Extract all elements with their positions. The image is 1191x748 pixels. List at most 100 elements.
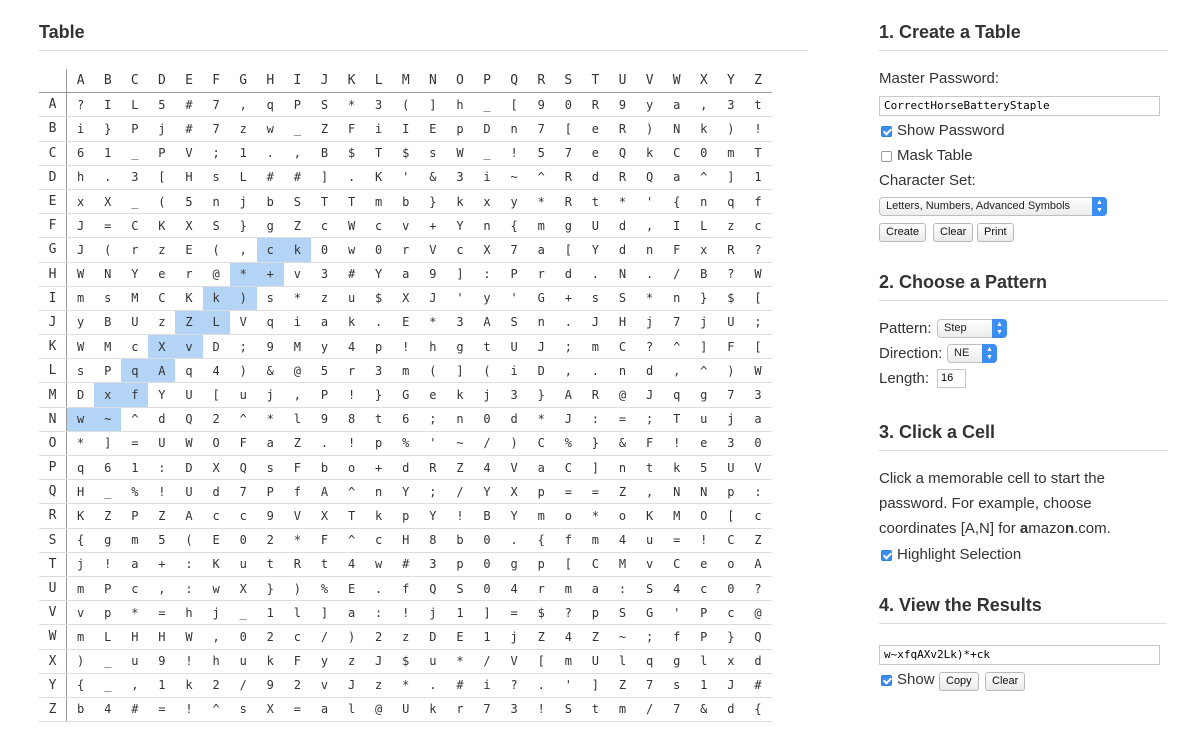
table-cell[interactable]: Y: [392, 479, 420, 505]
table-cell[interactable]: =: [608, 407, 637, 432]
table-cell[interactable]: _: [229, 600, 257, 626]
table-cell[interactable]: L: [229, 165, 257, 190]
table-cell[interactable]: ,: [121, 673, 149, 698]
table-cell[interactable]: *: [121, 600, 149, 626]
table-cell[interactable]: g: [554, 213, 582, 239]
table-cell[interactable]: H: [608, 310, 637, 336]
table-cell[interactable]: M: [663, 503, 691, 529]
table-cell[interactable]: R: [419, 455, 447, 481]
table-cell[interactable]: j: [202, 600, 230, 626]
table-cell[interactable]: h: [446, 92, 474, 118]
table-cell[interactable]: Z: [527, 624, 555, 650]
table-cell[interactable]: [: [554, 116, 582, 142]
table-cell[interactable]: t: [473, 334, 501, 360]
table-cell[interactable]: ;: [744, 310, 772, 336]
table-cell[interactable]: X: [473, 237, 501, 263]
table-cell[interactable]: u: [121, 649, 149, 674]
table-cell[interactable]: !: [527, 697, 555, 723]
table-cell[interactable]: Z: [608, 673, 637, 698]
table-cell[interactable]: ': [500, 286, 528, 311]
table-cell[interactable]: d: [581, 165, 609, 190]
table-cell[interactable]: O: [690, 503, 718, 529]
table-cell[interactable]: m: [66, 286, 95, 311]
table-cell[interactable]: d: [608, 213, 637, 239]
table-cell[interactable]: #: [446, 673, 474, 698]
table-cell[interactable]: I: [663, 213, 691, 239]
clear-table-button[interactable]: Clear: [933, 223, 974, 242]
table-cell[interactable]: r: [446, 697, 474, 723]
table-cell[interactable]: ]: [446, 262, 474, 287]
table-cell[interactable]: ?: [636, 334, 664, 360]
table-cell[interactable]: E: [419, 116, 447, 142]
table-cell[interactable]: e: [690, 552, 718, 577]
mask-table-checkbox[interactable]: Mask Table: [881, 147, 973, 165]
table-cell[interactable]: B: [94, 310, 122, 336]
table-cell[interactable]: n: [608, 358, 637, 384]
table-cell[interactable]: n: [500, 116, 528, 142]
table-cell[interactable]: r: [121, 237, 149, 263]
table-cell[interactable]: r: [338, 358, 366, 384]
table-cell[interactable]: /: [229, 673, 257, 698]
table-cell[interactable]: ': [636, 189, 664, 215]
table-cell[interactable]: G: [392, 382, 420, 408]
table-cell[interactable]: *: [527, 407, 555, 432]
table-cell[interactable]: d: [608, 237, 637, 263]
table-cell[interactable]: 1: [256, 600, 284, 626]
table-cell[interactable]: *: [66, 431, 95, 457]
table-cell[interactable]: K: [66, 503, 95, 529]
table-cell[interactable]: B: [690, 262, 718, 287]
table-cell[interactable]: P: [148, 141, 176, 166]
table-cell[interactable]: a: [338, 600, 366, 626]
table-cell[interactable]: v: [175, 334, 203, 360]
table-cell[interactable]: z: [148, 310, 176, 336]
table-cell[interactable]: C: [663, 141, 691, 166]
table-cell[interactable]: w: [256, 116, 284, 142]
table-cell[interactable]: {: [527, 528, 555, 553]
table-cell[interactable]: o: [608, 503, 637, 529]
table-cell[interactable]: S: [608, 286, 637, 311]
table-cell[interactable]: n: [636, 237, 664, 263]
table-cell[interactable]: q: [175, 358, 203, 384]
table-cell[interactable]: d: [636, 358, 664, 384]
table-cell[interactable]: n: [690, 189, 718, 215]
table-cell[interactable]: =: [148, 600, 176, 626]
table-cell[interactable]: 0: [473, 576, 501, 602]
table-cell[interactable]: z: [310, 286, 339, 311]
table-cell[interactable]: .: [365, 576, 393, 602]
table-cell[interactable]: m: [717, 141, 745, 166]
table-cell[interactable]: _: [94, 479, 122, 505]
table-cell[interactable]: L: [202, 310, 230, 336]
table-cell[interactable]: 9: [256, 673, 284, 698]
table-cell[interactable]: p: [717, 479, 745, 505]
table-cell[interactable]: X: [94, 189, 122, 215]
table-cell[interactable]: S: [283, 189, 311, 215]
table-cell[interactable]: r: [527, 262, 555, 287]
table-cell[interactable]: &: [608, 431, 637, 457]
table-cell[interactable]: [: [500, 92, 528, 118]
table-cell[interactable]: V: [175, 141, 203, 166]
table-cell[interactable]: ,: [554, 358, 582, 384]
table-cell[interactable]: }: [365, 382, 393, 408]
table-cell[interactable]: Z: [148, 503, 176, 529]
table-cell[interactable]: n: [446, 407, 474, 432]
table-cell[interactable]: /: [663, 262, 691, 287]
table-cell[interactable]: X: [500, 479, 528, 505]
table-cell[interactable]: w: [66, 407, 95, 432]
table-cell[interactable]: :: [744, 479, 772, 505]
table-cell[interactable]: A: [310, 479, 339, 505]
table-cell[interactable]: (: [94, 237, 122, 263]
table-cell[interactable]: 6: [392, 407, 420, 432]
table-cell[interactable]: T: [338, 189, 366, 215]
table-cell[interactable]: X: [202, 455, 230, 481]
table-cell[interactable]: :: [148, 455, 176, 481]
table-cell[interactable]: 7: [202, 116, 230, 142]
table-cell[interactable]: G: [636, 600, 664, 626]
table-cell[interactable]: S: [202, 213, 230, 239]
table-cell[interactable]: k: [446, 189, 474, 215]
table-cell[interactable]: $: [338, 141, 366, 166]
table-cell[interactable]: {: [663, 189, 691, 215]
table-cell[interactable]: [: [202, 382, 230, 408]
table-cell[interactable]: C: [554, 455, 582, 481]
table-cell[interactable]: 2: [256, 624, 284, 650]
table-cell[interactable]: _: [473, 92, 501, 118]
